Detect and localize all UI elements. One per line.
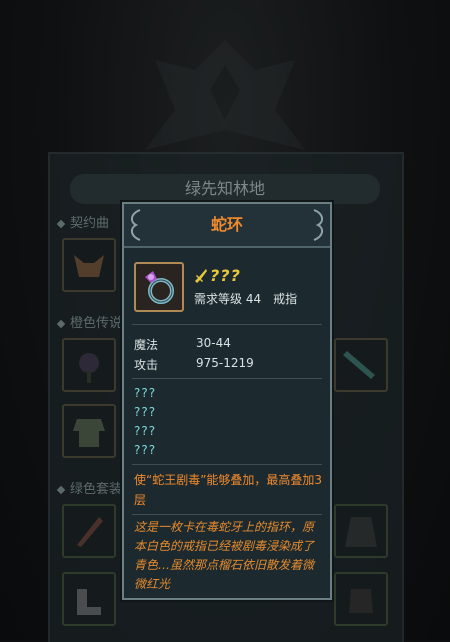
- item-slot-armor[interactable]: [62, 404, 116, 458]
- item-slot-cloak[interactable]: [334, 504, 388, 558]
- unknown-affix: ???: [134, 386, 157, 400]
- divider: [132, 514, 322, 515]
- unknown-item-name: ???: [210, 266, 241, 285]
- feather-icon: [77, 517, 103, 547]
- gloves-icon: [349, 589, 373, 613]
- dark-flower-icon: [79, 353, 99, 383]
- ring-icon: [145, 271, 174, 304]
- section-header-orange[interactable]: 橙色传说: [56, 312, 122, 331]
- diamond-icon: [56, 319, 66, 328]
- item-slot-fox-mask[interactable]: [62, 238, 116, 292]
- item-type: 戒指: [273, 292, 298, 306]
- item-lore-text: 这是一枚卡在毒蛇牙上的指环，原本白色的戒指已经被剧毒浸染成了青色…虽然那点榴石依…: [134, 520, 315, 591]
- item-effect-text: 使“蛇王剧毒”能够叠加，最高叠加3层: [134, 473, 323, 507]
- item-requirements: 需求等级 44 戒指: [194, 290, 297, 307]
- armor-icon: [73, 419, 105, 447]
- unknown-affix: ???: [134, 443, 157, 457]
- item-slot-gloves[interactable]: [334, 572, 388, 626]
- item-slot-feather[interactable]: [62, 504, 116, 558]
- diamond-icon: [56, 485, 66, 494]
- item-icon-frame: [134, 262, 184, 312]
- required-level: 需求等级 44: [194, 292, 262, 306]
- unknown-affix: ???: [134, 424, 157, 438]
- item-slot-sword[interactable]: [334, 338, 388, 392]
- divider: [132, 378, 322, 379]
- section-header-contract[interactable]: 契约曲: [56, 212, 109, 231]
- sword-icon: [195, 269, 207, 283]
- cloak-icon: [345, 517, 377, 547]
- unknown-affix: ???: [134, 405, 157, 419]
- stat-label-attack: 攻击: [134, 358, 159, 372]
- section-header-green[interactable]: 绿色套装: [56, 478, 122, 497]
- item-title: 蛇环: [210, 215, 243, 234]
- divider: [132, 324, 322, 325]
- stat-value-magic: 30-44: [196, 336, 231, 350]
- collection-title: 绿先知林地: [184, 179, 265, 198]
- item-tooltip: 蛇环 ??? 需求等级 44 戒指 魔法 30-44 攻击 975-1219 ??…: [122, 202, 332, 600]
- diamond-icon: [56, 219, 66, 228]
- jade-sword-icon: [343, 351, 375, 379]
- crest-emblem-icon: [145, 40, 305, 150]
- fox-mask-icon: [74, 255, 104, 277]
- boots-icon: [77, 589, 101, 615]
- item-slot-flower[interactable]: [62, 338, 116, 392]
- stat-label-magic: 魔法: [134, 338, 159, 352]
- divider: [132, 464, 322, 465]
- item-slot-boots[interactable]: [62, 572, 116, 626]
- stat-value-attack: 975-1219: [196, 356, 254, 370]
